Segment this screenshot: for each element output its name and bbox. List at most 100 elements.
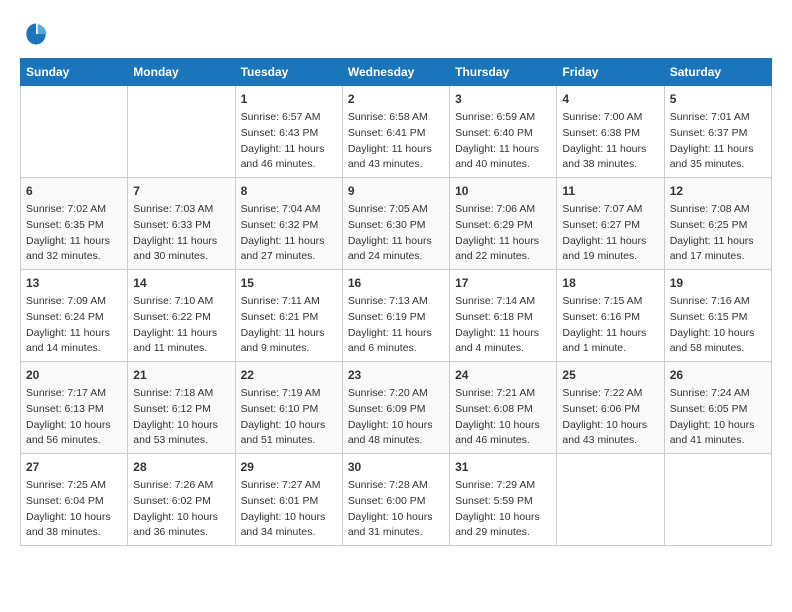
day-info: Daylight: 10 hours and 51 minutes.	[241, 418, 337, 450]
calendar-cell: 16Sunrise: 7:13 AMSunset: 6:19 PMDayligh…	[342, 270, 449, 362]
calendar-cell: 20Sunrise: 7:17 AMSunset: 6:13 PMDayligh…	[21, 362, 128, 454]
calendar-cell: 10Sunrise: 7:06 AMSunset: 6:29 PMDayligh…	[450, 178, 557, 270]
day-info: Sunrise: 7:07 AM	[562, 202, 658, 218]
calendar-cell: 11Sunrise: 7:07 AMSunset: 6:27 PMDayligh…	[557, 178, 664, 270]
calendar-cell	[664, 454, 771, 546]
day-number: 2	[348, 90, 444, 108]
day-info: Daylight: 10 hours and 29 minutes.	[455, 510, 551, 542]
day-info: Sunset: 6:43 PM	[241, 126, 337, 142]
day-number: 25	[562, 366, 658, 384]
calendar-cell: 21Sunrise: 7:18 AMSunset: 6:12 PMDayligh…	[128, 362, 235, 454]
day-info: Sunrise: 6:58 AM	[348, 110, 444, 126]
day-info: Daylight: 11 hours and 38 minutes.	[562, 142, 658, 174]
day-info: Sunrise: 7:03 AM	[133, 202, 229, 218]
day-number: 17	[455, 274, 551, 292]
day-info: Daylight: 10 hours and 34 minutes.	[241, 510, 337, 542]
day-info: Daylight: 10 hours and 56 minutes.	[26, 418, 122, 450]
day-number: 14	[133, 274, 229, 292]
day-number: 4	[562, 90, 658, 108]
day-info: Daylight: 11 hours and 35 minutes.	[670, 142, 766, 174]
day-info: Daylight: 11 hours and 4 minutes.	[455, 326, 551, 358]
day-info: Daylight: 11 hours and 9 minutes.	[241, 326, 337, 358]
calendar-cell: 29Sunrise: 7:27 AMSunset: 6:01 PMDayligh…	[235, 454, 342, 546]
day-info: Sunset: 6:41 PM	[348, 126, 444, 142]
day-number: 5	[670, 90, 766, 108]
day-info: Daylight: 11 hours and 14 minutes.	[26, 326, 122, 358]
day-info: Sunset: 6:00 PM	[348, 494, 444, 510]
calendar-cell: 4Sunrise: 7:00 AMSunset: 6:38 PMDaylight…	[557, 86, 664, 178]
day-number: 16	[348, 274, 444, 292]
calendar-cell: 12Sunrise: 7:08 AMSunset: 6:25 PMDayligh…	[664, 178, 771, 270]
day-number: 23	[348, 366, 444, 384]
day-info: Sunset: 6:33 PM	[133, 218, 229, 234]
logo	[20, 20, 54, 48]
day-info: Sunset: 6:35 PM	[26, 218, 122, 234]
day-number: 12	[670, 182, 766, 200]
col-thursday: Thursday	[450, 59, 557, 86]
day-info: Sunrise: 7:24 AM	[670, 386, 766, 402]
day-number: 31	[455, 458, 551, 476]
calendar-cell	[557, 454, 664, 546]
day-info: Sunrise: 7:09 AM	[26, 294, 122, 310]
day-info: Daylight: 11 hours and 6 minutes.	[348, 326, 444, 358]
day-number: 27	[26, 458, 122, 476]
day-number: 13	[26, 274, 122, 292]
header-row: Sunday Monday Tuesday Wednesday Thursday…	[21, 59, 772, 86]
day-info: Sunrise: 7:20 AM	[348, 386, 444, 402]
calendar-cell: 18Sunrise: 7:15 AMSunset: 6:16 PMDayligh…	[557, 270, 664, 362]
day-number: 18	[562, 274, 658, 292]
day-info: Sunrise: 7:25 AM	[26, 478, 122, 494]
calendar-cell: 22Sunrise: 7:19 AMSunset: 6:10 PMDayligh…	[235, 362, 342, 454]
day-info: Sunset: 6:08 PM	[455, 402, 551, 418]
col-sunday: Sunday	[21, 59, 128, 86]
calendar-cell: 9Sunrise: 7:05 AMSunset: 6:30 PMDaylight…	[342, 178, 449, 270]
day-info: Sunrise: 7:14 AM	[455, 294, 551, 310]
col-friday: Friday	[557, 59, 664, 86]
day-info: Daylight: 10 hours and 38 minutes.	[26, 510, 122, 542]
day-number: 21	[133, 366, 229, 384]
day-number: 10	[455, 182, 551, 200]
day-info: Sunset: 6:05 PM	[670, 402, 766, 418]
day-info: Daylight: 11 hours and 19 minutes.	[562, 234, 658, 266]
day-info: Sunset: 6:22 PM	[133, 310, 229, 326]
day-info: Sunset: 6:37 PM	[670, 126, 766, 142]
day-info: Sunset: 6:25 PM	[670, 218, 766, 234]
calendar-week-row: 1Sunrise: 6:57 AMSunset: 6:43 PMDaylight…	[21, 86, 772, 178]
day-info: Daylight: 11 hours and 40 minutes.	[455, 142, 551, 174]
calendar-cell: 15Sunrise: 7:11 AMSunset: 6:21 PMDayligh…	[235, 270, 342, 362]
calendar-cell: 27Sunrise: 7:25 AMSunset: 6:04 PMDayligh…	[21, 454, 128, 546]
calendar-cell: 26Sunrise: 7:24 AMSunset: 6:05 PMDayligh…	[664, 362, 771, 454]
calendar-week-row: 27Sunrise: 7:25 AMSunset: 6:04 PMDayligh…	[21, 454, 772, 546]
calendar-cell: 23Sunrise: 7:20 AMSunset: 6:09 PMDayligh…	[342, 362, 449, 454]
day-info: Sunrise: 7:13 AM	[348, 294, 444, 310]
day-info: Daylight: 10 hours and 48 minutes.	[348, 418, 444, 450]
day-info: Daylight: 11 hours and 11 minutes.	[133, 326, 229, 358]
calendar-cell: 28Sunrise: 7:26 AMSunset: 6:02 PMDayligh…	[128, 454, 235, 546]
col-wednesday: Wednesday	[342, 59, 449, 86]
day-info: Sunrise: 7:10 AM	[133, 294, 229, 310]
day-number: 15	[241, 274, 337, 292]
day-info: Daylight: 11 hours and 24 minutes.	[348, 234, 444, 266]
day-info: Sunrise: 7:16 AM	[670, 294, 766, 310]
day-info: Sunrise: 7:17 AM	[26, 386, 122, 402]
calendar-cell: 30Sunrise: 7:28 AMSunset: 6:00 PMDayligh…	[342, 454, 449, 546]
day-number: 6	[26, 182, 122, 200]
day-info: Sunrise: 7:08 AM	[670, 202, 766, 218]
day-number: 3	[455, 90, 551, 108]
day-info: Sunrise: 6:59 AM	[455, 110, 551, 126]
day-info: Sunset: 6:24 PM	[26, 310, 122, 326]
day-number: 19	[670, 274, 766, 292]
day-info: Sunset: 6:06 PM	[562, 402, 658, 418]
day-info: Sunset: 6:15 PM	[670, 310, 766, 326]
day-info: Sunset: 6:12 PM	[133, 402, 229, 418]
day-info: Daylight: 10 hours and 41 minutes.	[670, 418, 766, 450]
logo-icon	[22, 20, 50, 48]
calendar-cell: 19Sunrise: 7:16 AMSunset: 6:15 PMDayligh…	[664, 270, 771, 362]
day-info: Sunset: 6:30 PM	[348, 218, 444, 234]
day-info: Sunrise: 7:01 AM	[670, 110, 766, 126]
day-info: Sunset: 6:02 PM	[133, 494, 229, 510]
col-tuesday: Tuesday	[235, 59, 342, 86]
day-info: Daylight: 10 hours and 36 minutes.	[133, 510, 229, 542]
day-info: Sunset: 6:40 PM	[455, 126, 551, 142]
day-number: 22	[241, 366, 337, 384]
